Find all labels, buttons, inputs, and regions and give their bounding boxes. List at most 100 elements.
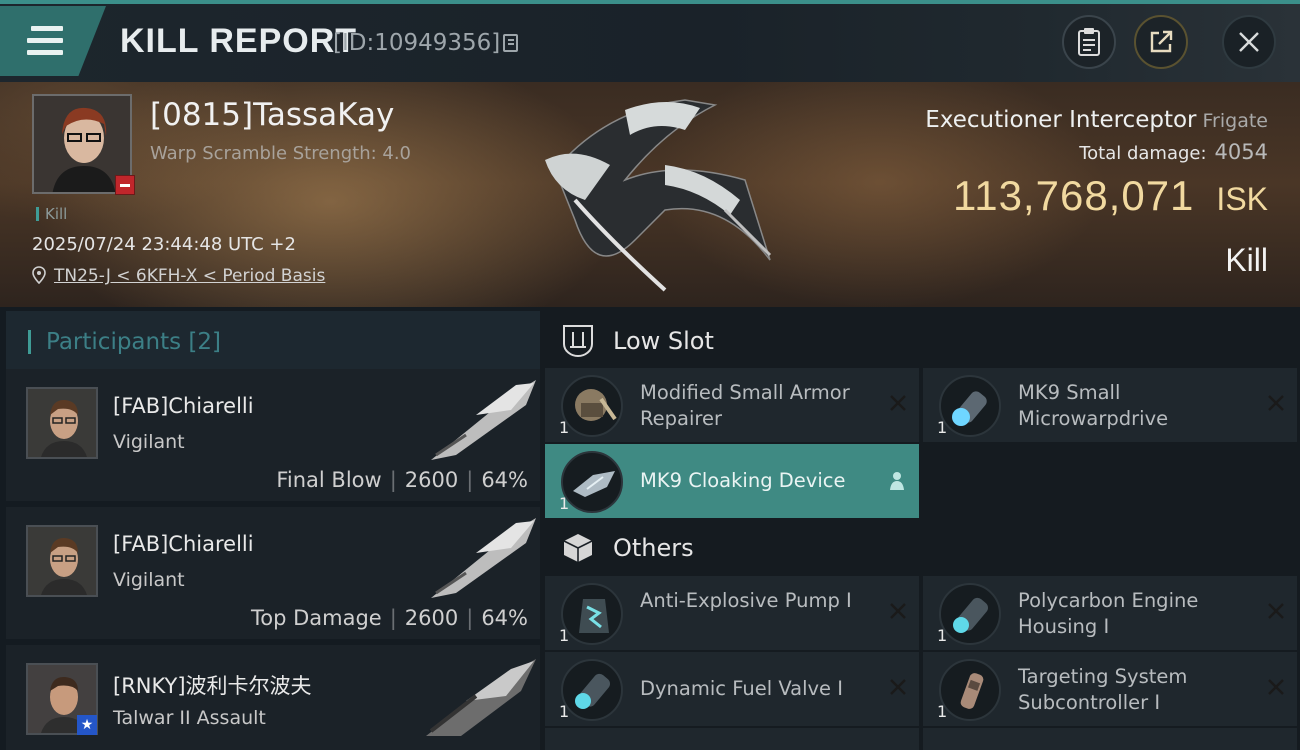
fitting-panel: Low Slot 1 Modified Small Armor Repairer… [540,307,1300,750]
location-pin-icon [32,266,46,284]
ship-name-text: Executioner Interceptor [925,107,1197,133]
participant-damage: 2600 [404,606,459,630]
others-title: Others [613,534,694,562]
participant-row[interactable]: [FAB]Chiarelli Vigilant Top Damage | 2600 |… [6,507,540,639]
participants-title: Participants [2] [46,329,221,355]
module-qty: 1 [937,702,948,721]
total-damage-label: Total damage: [1079,143,1207,164]
module-qty: 1 [559,626,570,645]
participant-ship: Vigilant [113,569,185,591]
participant-percent: 64% [481,606,528,630]
microwarpdrive-icon [939,375,1001,437]
module-item[interactable]: 1 MK9 Small Microwarpdrive [923,368,1297,442]
location-link[interactable]: TN25-J < 6KFH-X < Period Basis [32,266,325,286]
module-qty: 1 [559,494,570,513]
module-name: Anti-Explosive Pump I [640,589,852,612]
menu-icon [27,26,63,56]
cube-icon [563,534,593,562]
destroyed-x-icon [1268,603,1284,619]
participant-ship-image [431,380,536,460]
victim-banner: [0815]TassaKay Warp Scramble Strength: 4… [0,82,1300,307]
low-slot-icon [563,325,593,358]
clipboard-button[interactable] [1062,15,1116,69]
participant-row[interactable]: [FAB]Chiarelli Vigilant Final Blow | 2600 |… [6,369,540,501]
module-item[interactable]: 1 Polycarbon Engine Housing I [923,576,1297,650]
module-qty: 1 [937,626,948,645]
corp-badge-icon [115,175,135,195]
isk-unit: ISK [1216,181,1268,217]
pump-icon [561,583,623,645]
module-item[interactable]: 1 Targeting System Subcontroller I [923,652,1297,726]
module-name: Polycarbon Engine Housing I [1018,589,1199,638]
subcontroller-icon [939,659,1001,721]
low-slot-header: Low Slot [540,311,1300,371]
module-item[interactable]: 1 Anti-Explosive Pump I [545,576,919,650]
ship-name: Executioner Interceptor Frigate [925,107,1268,133]
engine-housing-icon [939,583,1001,645]
participant-stats: Top Damage | 2600 | 64% [251,606,528,630]
low-slot-title: Low Slot [613,327,714,355]
participant-name: [RNKY]波利卡尔波夫 [113,674,312,698]
participant-role: Final Blow [276,468,382,492]
destroyed-x-icon [890,395,906,411]
participant-name: [FAB]Chiarelli [113,532,254,556]
kill-id: [ID:10949356] [333,30,501,56]
isk-row: 113,768,071 ISK [953,172,1268,220]
participants-header: Participants [2] [6,311,540,371]
participant-ship-image [431,518,536,598]
victim-name[interactable]: [0815]TassaKay [150,97,394,133]
kill-datetime: 2025/07/24 23:44:48 UTC +2 [32,234,296,255]
participant-row[interactable]: ★ [RNKY]波利卡尔波夫 Talwar II Assault [6,645,540,750]
share-button[interactable] [1134,15,1188,69]
participant-ship: Talwar II Assault [113,707,266,729]
pilot-icon [890,472,904,490]
participant-name: [FAB]Chiarelli [113,394,254,418]
ship-class: Frigate [1202,110,1268,132]
total-damage: Total damage: 4054 [1079,140,1268,164]
module-name: MK9 Small Microwarpdrive [1018,381,1169,430]
participant-ship-image [426,659,536,736]
kill-report-screen: KILL REPORT [ID:10949356] [0815]TassaKay… [0,0,1300,750]
destroyed-x-icon [1268,679,1284,695]
destroyed-x-icon [890,679,906,695]
module-qty: 1 [937,418,948,437]
stat-separator: | [466,606,474,630]
participant-avatar [26,525,98,597]
isk-value: 113,768,071 [952,172,1195,219]
clipboard-icon [1078,28,1100,56]
destroyed-x-icon [890,603,906,619]
module-item-partial[interactable] [545,728,919,750]
stat-separator: | [389,606,397,630]
module-name: MK9 Cloaking Device [640,469,846,492]
others-header: Others [540,518,1300,578]
close-icon [1239,32,1259,52]
module-item-partial[interactable] [923,728,1297,750]
participant-role: Top Damage [250,606,382,630]
cloaking-device-icon [561,451,623,513]
module-name: Targeting System Subcontroller I [1018,665,1188,714]
participant-avatar [26,387,98,459]
copy-id-icon[interactable] [503,34,518,52]
header-bar: KILL REPORT [ID:10949356] [0,0,1300,82]
module-item[interactable]: 1 Dynamic Fuel Valve I [545,652,919,726]
module-name: Modified Small Armor Repairer [640,381,850,430]
module-item-selected[interactable]: 1 MK9 Cloaking Device [545,444,919,518]
close-button[interactable] [1222,15,1276,69]
module-item[interactable]: 1 Modified Small Armor Repairer [545,368,919,442]
header-accent-line [0,0,1300,4]
destroyed-x-icon [1268,395,1284,411]
location-text: TN25-J < 6KFH-X < Period Basis [54,266,326,286]
share-icon [1150,30,1173,53]
armor-repairer-icon [561,375,623,437]
kill-tag: Kill [36,205,67,223]
module-qty: 1 [559,418,570,437]
result-label: Kill [1225,242,1268,278]
ship-image [545,99,772,292]
participant-stats: Final Blow | 2600 | 64% [276,468,528,492]
rank-star-icon: ★ [77,715,97,735]
participants-panel: Participants [2] [FAB]Chiarelli Vigilant… [0,307,540,750]
menu-button[interactable] [0,6,106,76]
participant-percent: 64% [481,468,528,492]
stat-separator: | [389,468,397,492]
module-qty: 1 [559,702,570,721]
